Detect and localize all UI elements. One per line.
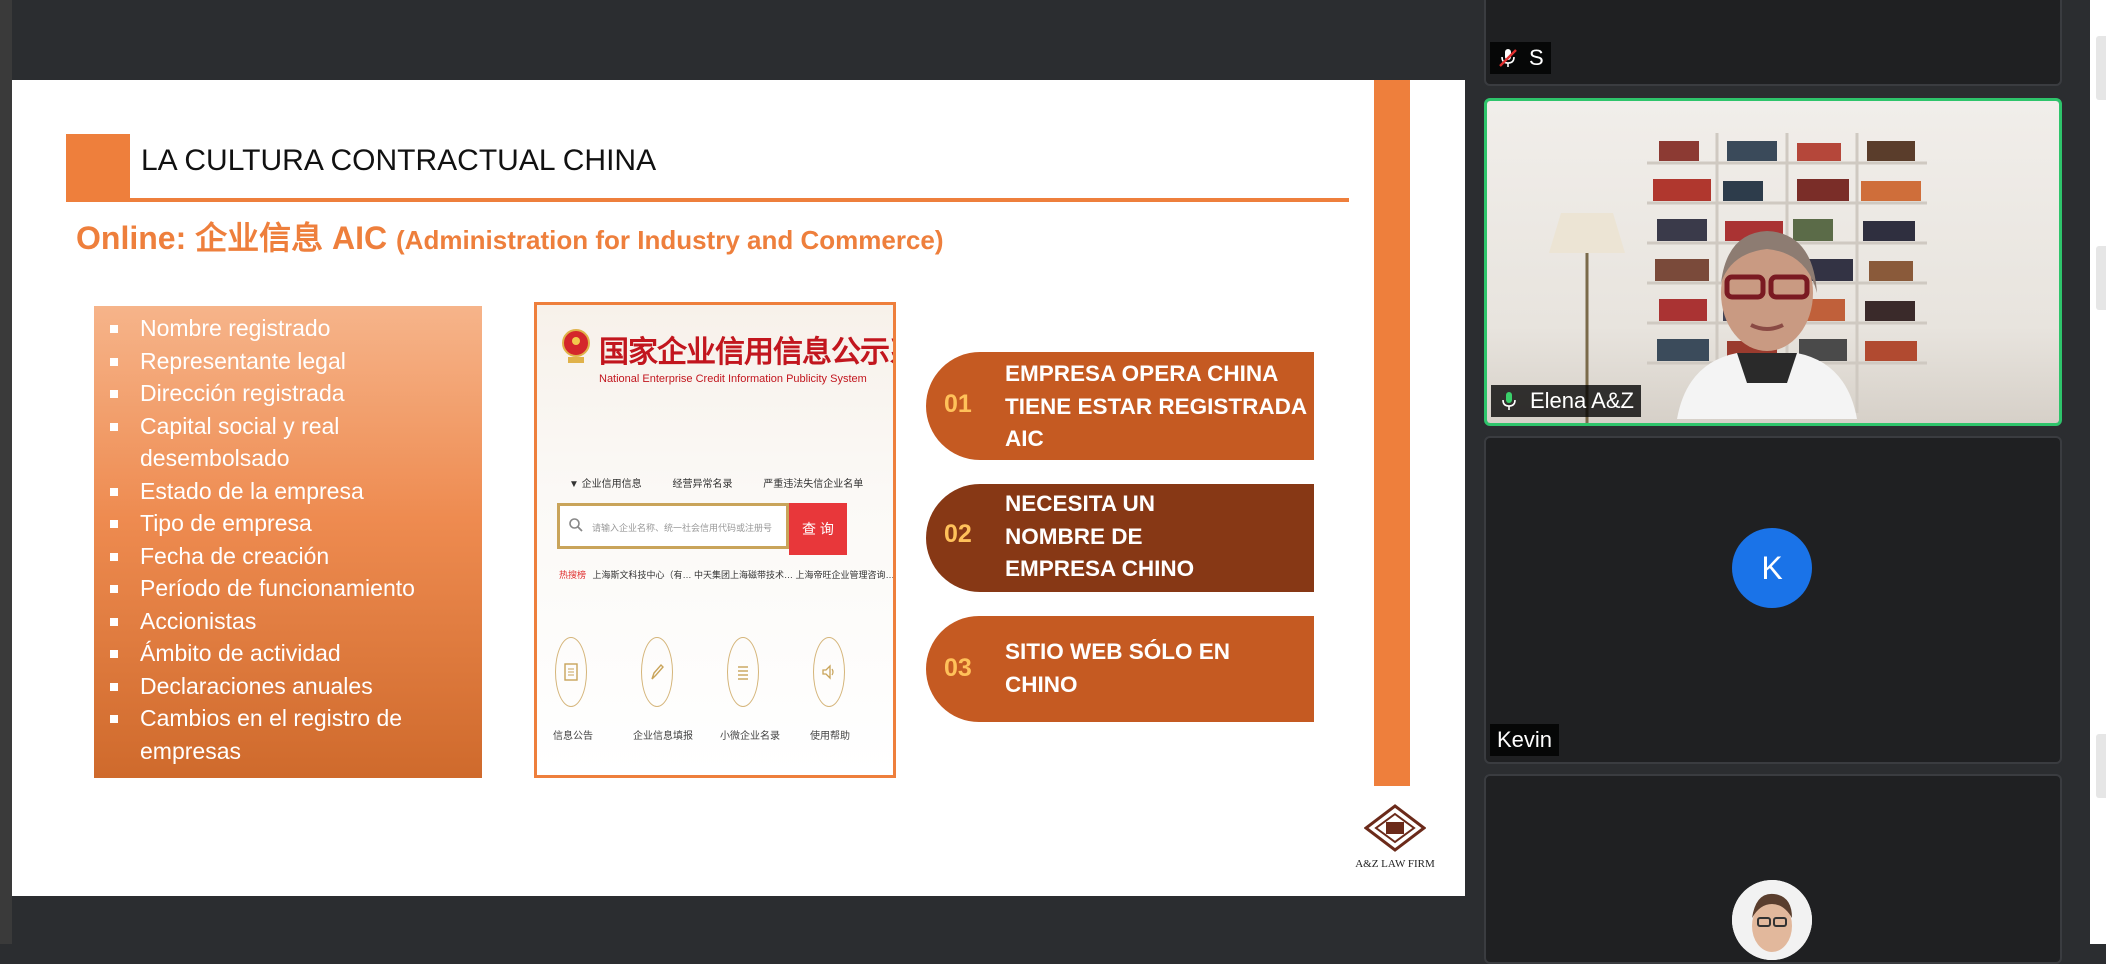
point-text: NECESITA UN NOMBRE DE EMPRESA CHINO <box>1005 488 1194 586</box>
list-item: Cambios en el registro de <box>110 702 482 735</box>
website-screenshot: 国家企业信用信息公示系统(上海) National Enterprise Cre… <box>534 302 896 778</box>
hot-search-items: 上海斯文科技中心（有… 中天集团上海磁带技术… 上海帝旺企业管理咨询… <box>592 570 895 580</box>
site-tab-blacklist: 严重违法失信企业名单 <box>763 479 864 490</box>
scrollbar-notch <box>2096 246 2106 310</box>
point-line: EMPRESA CHINO <box>1005 556 1195 581</box>
participant-label: S <box>1490 42 1551 74</box>
list-item: Nombre registrado <box>110 312 482 345</box>
title-marker <box>66 134 130 198</box>
window-edge <box>0 0 12 944</box>
list-item: Accionistas <box>110 605 482 638</box>
site-tabs: ▼ 企业信用信息 经营异常名录 严重违法失信企业名单 <box>569 475 891 490</box>
firm-seal-icon <box>1364 804 1426 852</box>
point-line: AIC <box>1005 426 1044 451</box>
point-line: NECESITA UN <box>1005 491 1156 516</box>
avatar <box>1732 880 1812 960</box>
point-line: SITIO WEB SÓLO EN <box>1005 639 1231 664</box>
point-03: 03 SITIO WEB SÓLO EN CHINO <box>926 616 1314 722</box>
search-icon <box>569 518 583 532</box>
list-item: Período de funcionamiento <box>110 572 482 605</box>
point-line: TIENE ESTAR REGISTRADA <box>1005 393 1308 419</box>
point-02: 02 NECESITA UN NOMBRE DE EMPRESA CHINO <box>926 484 1314 592</box>
list-item: Declaraciones anuales <box>110 670 482 703</box>
document-icon <box>555 637 587 707</box>
hot-search-label: 热搜榜 <box>559 570 587 580</box>
participant-label: Kevin <box>1490 724 1560 756</box>
list-item: Ámbito de actividad <box>110 637 482 670</box>
site-icon-label: 小微企业名录 <box>720 731 780 742</box>
point-line: CHINO <box>1005 671 1078 697</box>
list-icon <box>727 637 759 707</box>
participant-tile-kevin[interactable]: K Kevin <box>1484 436 2062 764</box>
point-number: 03 <box>944 654 972 682</box>
scrollbar-notch <box>2096 734 2106 798</box>
subtitle-parenthetical: (Administration for Industry and Commerc… <box>396 225 944 255</box>
list-item: Representante legal <box>110 345 482 378</box>
info-list-box: Nombre registrado Representante legal Di… <box>94 306 482 778</box>
list-item: Tipo de empresa <box>110 507 482 540</box>
site-tab-credit: ▼ 企业信用信息 <box>569 479 642 490</box>
participant-name: S <box>1529 45 1544 70</box>
site-title: 国家企业信用信息公示系统(上海) <box>599 336 893 369</box>
site-subtitle: National Enterprise Credit Information P… <box>599 373 867 385</box>
info-list: Nombre registrado Representante legal Di… <box>94 306 482 767</box>
site-tab-abnormal: 经营异常名录 <box>672 479 733 490</box>
speaker-icon <box>813 637 845 707</box>
site-search-placeholder: 请输入企业名称、统一社会信用代码或注册号 <box>592 523 773 533</box>
participant-name: Elena A&Z <box>1530 388 1634 413</box>
firm-name: A&Z LAW FIRM <box>1355 858 1435 870</box>
slide-accent-bar <box>1374 80 1410 786</box>
site-search-box: 请输入企业名称、统一社会信用代码或注册号 <box>557 503 789 549</box>
list-item: Estado de la empresa <box>110 475 482 508</box>
participant-label: Elena A&Z <box>1491 385 1641 417</box>
list-item: Fecha de creación <box>110 540 482 573</box>
participant-name: Kevin <box>1497 727 1553 752</box>
point-text: EMPRESA OPERA CHINA TIENE ESTAR REGISTRA… <box>1005 358 1307 456</box>
list-item-continuation: empresas <box>140 737 241 764</box>
site-hot-search: 热搜榜 上海斯文科技中心（有… 中天集团上海磁带技术… 上海帝旺企业管理咨询… … <box>559 568 895 581</box>
site-icon-label: 信息公告 <box>553 731 593 742</box>
firm-logo: A&Z LAW FIRM <box>1350 804 1440 880</box>
pen-icon <box>641 637 673 707</box>
speaker-person-image <box>1677 231 1857 419</box>
avatar: K <box>1732 528 1812 608</box>
slide-subtitle: Online: 企业信息 AIC (Administration for Ind… <box>76 213 944 259</box>
mic-active-icon <box>1502 392 1516 410</box>
profile-photo-image <box>1732 880 1812 960</box>
site-icon-label: 企业信息填报 <box>633 731 693 742</box>
title-underline <box>66 198 1349 202</box>
slide-title: LA CULTURA CONTRACTUAL CHINA <box>141 144 657 177</box>
list-item-continuation: desembolsado <box>140 445 290 471</box>
point-number: 02 <box>944 520 972 548</box>
list-item: Capital social y real <box>110 410 482 443</box>
site-icon-label: 使用帮助 <box>810 731 850 742</box>
site-search-button: 查 询 <box>789 503 847 555</box>
scrollbar-notch <box>2096 36 2106 100</box>
participant-tile-s[interactable]: S <box>1484 0 2062 86</box>
shared-slide: LA CULTURA CONTRACTUAL CHINA Online: 企业信… <box>12 80 1465 896</box>
national-emblem-icon <box>562 329 590 363</box>
muted-mic-icon <box>1499 49 1517 67</box>
point-number: 01 <box>944 390 972 418</box>
window-edge-right <box>2090 0 2106 944</box>
participant-tile-unnamed[interactable] <box>1484 774 2062 964</box>
point-text: SITIO WEB SÓLO EN CHINO <box>1005 636 1230 701</box>
list-item: Dirección registrada <box>110 377 482 410</box>
subtitle-main: Online: 企业信息 AIC <box>76 220 397 256</box>
point-01: 01 EMPRESA OPERA CHINA TIENE ESTAR REGIS… <box>926 352 1314 460</box>
point-line: NOMBRE DE <box>1005 523 1143 549</box>
point-line: EMPRESA OPERA CHINA <box>1005 361 1279 386</box>
participant-tile-elena[interactable]: Elena A&Z <box>1484 98 2062 426</box>
